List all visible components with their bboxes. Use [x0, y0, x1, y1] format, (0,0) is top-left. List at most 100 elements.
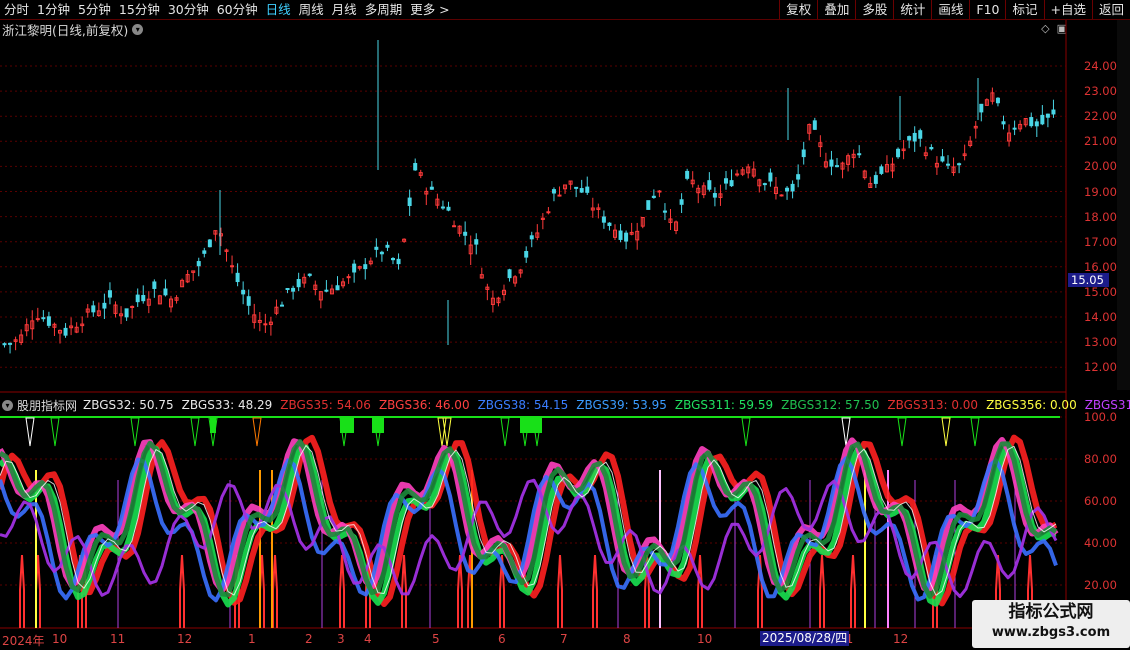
watermark-title: 指标公式网: [1008, 602, 1094, 622]
indicator-value: ZBGS35: 54.06: [280, 398, 371, 412]
indicator-value: ZBGS36: 46.00: [378, 398, 470, 412]
indicator-spike: [557, 554, 563, 628]
candle-body: [1034, 121, 1039, 127]
indicator-spike: [850, 554, 856, 628]
candle-body: [141, 295, 146, 302]
indicator-value: ZBGS311: 59.59: [674, 398, 774, 412]
candle-body: [662, 210, 667, 213]
indicator-legend: ▾ 股朋指标网 ZBGS32: 50.75 ZBGS33: 48.29 ZBGS35…: [2, 397, 1130, 413]
signal-marker: [190, 417, 200, 447]
candle-body: [1040, 114, 1045, 125]
candle-body: [8, 342, 13, 345]
candle-body: [724, 178, 728, 184]
date-label: 6: [498, 632, 506, 646]
indicator-name[interactable]: 股朋指标网: [17, 397, 77, 414]
candle-body: [474, 239, 479, 245]
candle-body: [729, 180, 734, 187]
candle-body: [835, 165, 839, 168]
candle-body: [557, 194, 562, 197]
candle-body: [812, 120, 817, 130]
candle-body: [385, 244, 390, 248]
candle-body: [796, 174, 801, 180]
indicator-tick: 60.00: [1084, 494, 1117, 508]
candle-body: [280, 304, 284, 307]
candle-body: [1012, 127, 1017, 130]
candle-body: [246, 296, 251, 306]
date-axis: 2024年10111212345678101112: [0, 630, 1130, 650]
candle-body: [551, 189, 556, 194]
candle-body: [1029, 117, 1034, 127]
candle-body: [829, 159, 834, 167]
watermark: 指标公式网 www.zbgs3.com: [972, 600, 1130, 648]
candle-body: [507, 269, 512, 279]
signal-marker: [941, 417, 951, 447]
candle-body: [685, 170, 690, 179]
candle-body: [957, 163, 962, 166]
candle-body: [529, 235, 534, 240]
candle-body: [391, 257, 395, 261]
candle-body: [579, 188, 584, 193]
candle-body: [291, 287, 296, 292]
candle-body: [779, 194, 784, 197]
chart-canvas[interactable]: [0, 0, 1130, 650]
candle-body: [712, 193, 717, 198]
candle-body: [785, 187, 790, 192]
candle-body: [907, 136, 912, 141]
indicator-value: ZBGS356: 0.00: [986, 398, 1077, 412]
candle-body: [651, 195, 656, 198]
candle-body: [440, 206, 445, 209]
candle-body: [995, 97, 1000, 104]
date-label: 4: [364, 632, 372, 646]
candle-body: [463, 231, 468, 236]
candle-body: [762, 183, 767, 186]
date-label: 10: [697, 632, 713, 646]
indicator-value: ZBGS32: 50.75: [83, 398, 174, 412]
candle-body: [524, 251, 529, 258]
signal-marker: [741, 417, 751, 447]
candle-body: [196, 261, 201, 267]
candle-body: [202, 250, 207, 254]
signal-block: [372, 418, 384, 433]
candle-body: [230, 265, 235, 268]
candle-body: [363, 264, 368, 270]
candle-body: [857, 153, 862, 156]
candle-body: [163, 288, 168, 296]
candle-body: [207, 239, 212, 248]
signal-marker: [252, 417, 262, 447]
candle-body: [235, 272, 240, 283]
candle-body: [2, 343, 7, 346]
date-label: 12: [893, 632, 909, 646]
indicator-spike: [19, 554, 25, 628]
candle-body: [1051, 109, 1056, 115]
date-label: 11: [110, 632, 126, 646]
candle-body: [601, 216, 606, 223]
indicator-value: ZBGS33: 48.29: [181, 398, 273, 412]
date-label: 2024年: [2, 634, 45, 648]
date-label: 2: [305, 632, 313, 646]
candle-body: [46, 316, 51, 326]
candle-body: [241, 289, 246, 295]
candle-body: [296, 279, 301, 288]
candle-body: [429, 186, 434, 190]
indicator-value: ZBGS38: 54.15: [477, 398, 569, 412]
watermark-url: www.zbgs3.com: [991, 625, 1111, 640]
candle-body: [102, 302, 107, 309]
signal-marker: [970, 417, 980, 447]
signal-block: [520, 418, 542, 433]
candle-body: [152, 281, 157, 289]
signal-marker: [25, 417, 35, 447]
candle-body: [352, 263, 357, 273]
candle-body: [446, 206, 451, 211]
signal-block: [340, 418, 354, 433]
candle-body: [35, 318, 40, 321]
date-label: 3: [337, 632, 345, 646]
candle-body: [335, 285, 340, 291]
indicator-spike: [592, 554, 598, 628]
candle-body: [396, 258, 401, 265]
indicator-tick: 40.00: [1084, 536, 1117, 550]
candle-body: [768, 172, 773, 182]
signal-marker: [50, 417, 60, 447]
chevron-down-icon[interactable]: ▾: [2, 399, 13, 411]
indicator-tick: 20.00: [1084, 578, 1117, 592]
candle-body: [374, 246, 379, 250]
